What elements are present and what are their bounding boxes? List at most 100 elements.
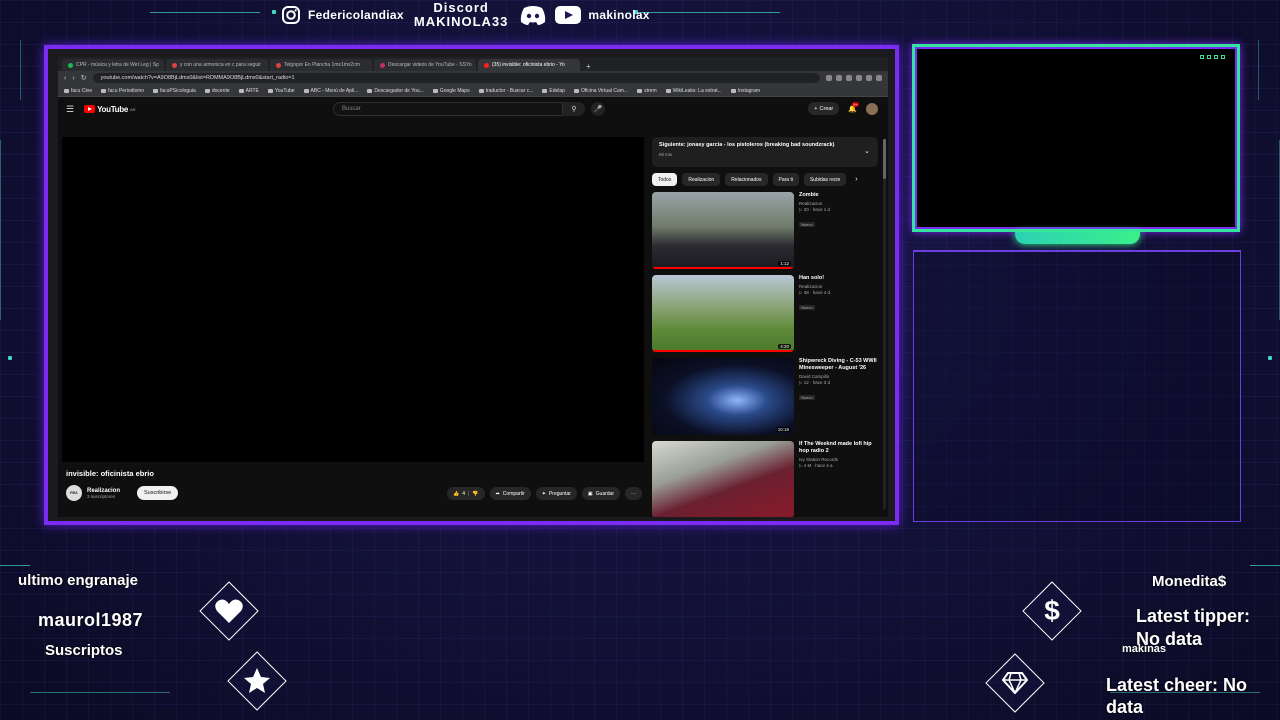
chip-todos[interactable]: Todos <box>652 173 678 186</box>
bookmark-item[interactable]: Oficina Virtual Cam... <box>573 88 628 94</box>
header-actions: + Crear 🔔 9+ <box>808 101 878 115</box>
list-item[interactable]: 1:12 Zombie Realizacion ▷ 20 · hace 1 d … <box>652 192 880 269</box>
circuit-line <box>20 40 21 100</box>
reload-icon[interactable]: ↻ <box>81 74 87 82</box>
discord-handle: MAKINOLA33 <box>413 14 509 29</box>
bookmark-item[interactable]: facuPSicologuia <box>152 88 196 94</box>
bookmark-item[interactable]: facu Periodismo <box>101 88 144 94</box>
latest-cheer-value: data <box>1106 697 1144 717</box>
url-input[interactable]: youtube.com/watch?v=A9O8BjLdms0&list=RDM… <box>92 73 820 83</box>
account-avatar[interactable] <box>866 102 878 115</box>
favicon-icon <box>380 62 385 68</box>
video-thumbnail[interactable]: 4:20 <box>652 275 794 352</box>
notifications-icon[interactable]: 🔔 9+ <box>848 101 859 113</box>
bookmark-item[interactable]: Google Maps <box>432 88 470 94</box>
create-button[interactable]: + Crear <box>808 102 840 115</box>
list-item[interactable]: 10:16 Shipwreck Diving - C-53 WWII Mines… <box>652 358 880 435</box>
bookmark-item[interactable]: docente <box>204 88 230 94</box>
folder-icon <box>432 88 438 93</box>
youtube-icon <box>554 4 582 26</box>
new-badge: Nuevo <box>799 395 815 400</box>
sidebar-scrollbar[interactable] <box>883 139 886 509</box>
video-player[interactable] <box>62 137 644 462</box>
bookmark-item[interactable]: facu Cine <box>64 88 92 94</box>
plus-icon: + <box>814 105 818 112</box>
circuit-line <box>150 12 260 13</box>
bookmark-item[interactable]: Instagram <box>730 88 760 94</box>
list-item[interactable]: If The Weeknd made lofi hip hop radio 2 … <box>652 441 880 517</box>
youtube-logo[interactable]: YouTube AR <box>84 105 136 114</box>
video-info: Han solo! Realizacion ▷ 38 · hace 4 d Nu… <box>799 275 830 310</box>
channel-name[interactable]: Realizacion <box>87 488 120 494</box>
chevron-down-icon[interactable]: ⌄ <box>864 147 870 155</box>
chip-realizacion[interactable]: Realizacion <box>682 173 721 186</box>
folder-icon <box>478 88 484 93</box>
bookmark-item[interactable]: YouTube <box>267 88 295 94</box>
filter-chips: Todos Realizacion Relacionados Para ti S… <box>652 173 880 186</box>
instagram-handle: Federicolandiax <box>308 8 404 22</box>
video-info: If The Weeknd made lofi hip hop radio 2 … <box>799 441 872 468</box>
video-title: invisible: oficinista ebrio <box>66 469 154 478</box>
chip-para-ti[interactable]: Para ti <box>772 173 799 186</box>
list-item[interactable]: 4:20 Han solo! Realizacion ▷ 38 · hace 4… <box>652 275 880 352</box>
video-info: Zombie Realizacion ▷ 20 · hace 1 d Nuevo <box>799 192 830 227</box>
bookmark-item[interactable]: strem <box>637 88 657 94</box>
webcam-frame <box>912 44 1240 232</box>
playlist-next[interactable]: Siguiente: jonasy garcia - los pistolero… <box>652 137 878 167</box>
extension-icon[interactable] <box>836 75 842 81</box>
bookmark-item[interactable]: Descargador de You... <box>367 88 424 94</box>
browser-tab[interactable]: Telgopor En Plancha 1mx1mx2cm <box>270 59 372 71</box>
microphone-icon[interactable]: 🎤 <box>591 102 605 116</box>
gem-icon <box>994 662 1036 704</box>
browser-tab[interactable]: Descargar videos de YouTube - SSYo <box>374 59 476 71</box>
like-button[interactable]: 👍 4 | 👎 <box>447 487 485 500</box>
watch-progress <box>652 267 794 269</box>
chat-frame <box>913 250 1241 522</box>
share-button[interactable]: ➦ Compartir <box>489 487 531 500</box>
save-button[interactable]: ▣ Guardar <box>581 487 620 500</box>
bookmark-item[interactable]: traductor - Buscar c... <box>478 88 533 94</box>
browser-tab-active[interactable]: (35) invisible: oficinista ebrio - Yo <box>478 59 580 71</box>
extension-icon[interactable] <box>826 75 832 81</box>
thumbs-down-icon: 👎 <box>472 490 479 497</box>
bookmark-item[interactable]: ABC - Menú de Apli... <box>303 88 358 94</box>
subscribe-button[interactable]: Suscribirse <box>137 486 179 500</box>
folder-icon <box>367 88 373 93</box>
browser-window: CPR - música y letra de Wet Leg | Sp y c… <box>58 57 888 517</box>
forward-icon[interactable]: › <box>72 75 74 82</box>
bookmark-item[interactable]: WikiLeaks: La estrat... <box>665 88 722 94</box>
browser-tab[interactable]: CPR - música y letra de Wet Leg | Sp <box>62 59 164 71</box>
bookmark-item[interactable]: Edelap <box>542 88 565 94</box>
extension-icon[interactable] <box>876 75 882 81</box>
ask-button[interactable]: ✦ Preguntar <box>535 487 577 500</box>
new-tab-icon[interactable]: + <box>582 62 595 71</box>
latest-tipper-label: Latest tipper: <box>1136 606 1251 626</box>
circuit-line <box>30 692 170 693</box>
menu-icon[interactable]: ☰ <box>66 104 74 115</box>
folder-icon <box>267 88 273 93</box>
favicon-icon <box>276 62 281 68</box>
bookmark-item[interactable]: ARTE <box>238 88 259 94</box>
chip-subidas[interactable]: Subidas recie <box>803 173 847 186</box>
browser-tab[interactable]: y con una armonica en c para seguir <box>166 59 268 71</box>
extension-icon[interactable] <box>866 75 872 81</box>
chevron-right-icon[interactable]: › <box>855 176 857 183</box>
search-input[interactable]: Buscar <box>333 102 563 116</box>
video-thumbnail[interactable] <box>652 441 794 517</box>
circuit-dot <box>8 356 12 360</box>
youtube-header: ☰ YouTube AR Buscar ⚲ 🎤 + Crear 🔔 9+ <box>58 97 888 121</box>
folder-icon <box>542 88 548 93</box>
extension-icon[interactable] <box>846 75 852 81</box>
circuit-line <box>1250 565 1280 566</box>
video-thumbnail[interactable]: 10:16 <box>652 358 794 435</box>
bookmark-icon: ▣ <box>587 490 593 497</box>
search-icon[interactable]: ⚲ <box>563 102 585 116</box>
back-icon[interactable]: ‹ <box>64 75 66 82</box>
circuit-line <box>0 565 30 566</box>
video-thumbnail[interactable]: 1:12 <box>652 192 794 269</box>
extension-icon[interactable] <box>856 75 862 81</box>
chip-relacionados[interactable]: Relacionados <box>725 173 768 186</box>
channel-avatar[interactable]: REA <box>66 485 82 501</box>
screen-capture-frame: CPR - música y letra de Wet Leg | Sp y c… <box>44 45 899 525</box>
more-options-icon[interactable]: ⋯ <box>625 487 642 500</box>
